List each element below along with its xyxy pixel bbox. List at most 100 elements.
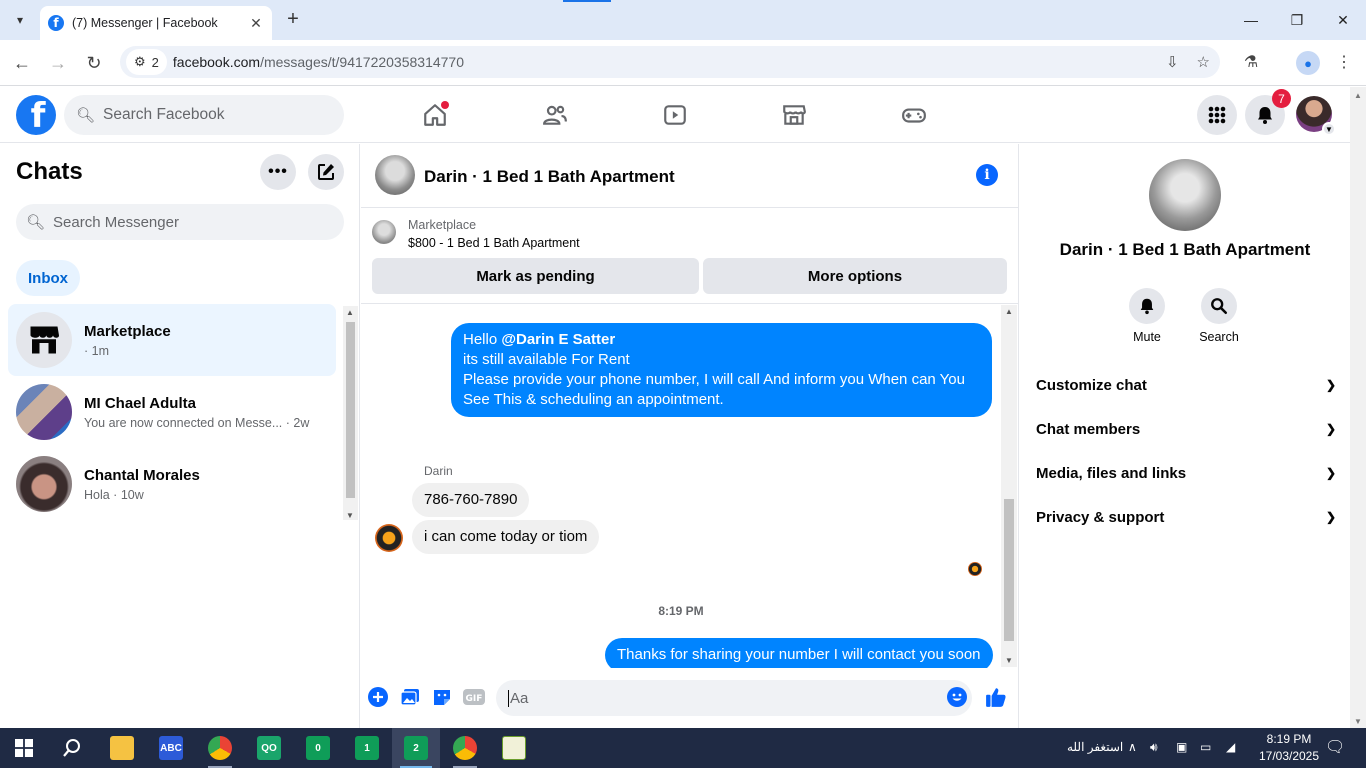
sender-avatar[interactable] <box>375 524 403 552</box>
like-button[interactable] <box>985 686 1007 708</box>
outgoing-message[interactable]: Thanks for sharing your number I will co… <box>605 638 993 668</box>
bookmark-star-icon[interactable]: ☆ <box>1197 53 1210 71</box>
media-files-links-section[interactable]: Media, files and links ❯ <box>1036 451 1336 495</box>
nav-gaming-button[interactable] <box>894 97 934 133</box>
nav-home-button[interactable] <box>415 97 455 133</box>
taskbar-app-0[interactable]: 0 <box>294 728 342 768</box>
reload-icon[interactable]: ↻ <box>82 51 106 75</box>
nav-marketplace-button[interactable] <box>774 97 814 133</box>
incoming-message[interactable]: 786-760-7890 <box>412 483 530 517</box>
back-icon[interactable]: ← <box>10 51 34 75</box>
mention-link[interactable]: @Darin E Satter <box>501 331 615 348</box>
tab-search-dropdown[interactable]: ▾ <box>8 8 32 32</box>
inbox-tab[interactable]: Inbox <box>16 260 80 296</box>
chat-members-section[interactable]: Chat members ❯ <box>1036 407 1336 451</box>
add-attachment-button[interactable] <box>367 686 389 708</box>
taskbar-app-abc[interactable]: ABC <box>147 728 195 768</box>
scrollbar-thumb[interactable] <box>346 322 355 498</box>
notification-center-icon[interactable]: 🗨︎ <box>1325 737 1345 757</box>
listing-title[interactable]: $800 - 1 Bed 1 Bath Apartment <box>408 236 580 250</box>
messenger-search-input[interactable]: 🔍︎ Search Messenger <box>16 204 344 240</box>
account-avatar[interactable]: ▼ <box>1296 96 1336 136</box>
conversation-title[interactable]: Darin · 1 Bed 1 Bath Apartment <box>424 167 675 187</box>
incoming-message[interactable]: i can come today or tiom <box>412 520 600 554</box>
nav-video-button[interactable] <box>655 97 695 133</box>
contact-avatar <box>16 384 72 440</box>
mute-button[interactable]: Mute <box>1117 288 1177 344</box>
chat-options-button[interactable]: ••• <box>260 154 296 190</box>
taskbar-app-1[interactable]: 1 <box>343 728 391 768</box>
gif-button[interactable]: GIF <box>463 686 485 708</box>
install-app-icon[interactable]: ⇩ <box>1166 53 1179 71</box>
search-in-conversation-button[interactable]: Search <box>1189 288 1249 344</box>
new-message-button[interactable] <box>308 154 344 190</box>
sticker-button[interactable] <box>431 686 453 708</box>
conversation-header: Darin · 1 Bed 1 Bath Apartment i <box>361 144 1019 208</box>
mark-as-pending-button[interactable]: Mark as pending <box>372 258 699 294</box>
scroll-up-arrow-icon[interactable]: ▲ <box>346 308 354 317</box>
browser-profile-icon[interactable]: ● <box>1296 51 1320 75</box>
restore-button[interactable]: ❐ <box>1274 0 1320 40</box>
chat-item-michael[interactable]: MI Chael Adulta You are now connected on… <box>8 376 336 448</box>
address-bar[interactable]: ⚙ 2 facebook.com/messages/t/941722035831… <box>120 46 1220 78</box>
taskbar-app-chrome-1[interactable] <box>196 728 244 768</box>
forward-icon[interactable]: → <box>46 51 70 75</box>
attach-photo-button[interactable] <box>399 686 421 708</box>
chat-item-chantal[interactable]: Chantal Morales Hola · 10w <box>8 448 336 520</box>
bell-icon <box>1258 107 1272 124</box>
info-icon[interactable]: i <box>976 164 998 186</box>
customize-chat-section[interactable]: Customize chat ❯ <box>1036 363 1336 407</box>
facebook-top-bar: f 🔍︎ Search Facebook 7 ▼ <box>0 87 1350 143</box>
message-scrollbar[interactable]: ▲ ▼ <box>1001 305 1017 667</box>
conversation-avatar-large[interactable] <box>1149 159 1221 231</box>
scroll-down-arrow-icon[interactable]: ▼ <box>346 511 354 520</box>
camera-icon[interactable]: ▣ <box>1176 740 1187 754</box>
scroll-down-arrow-icon[interactable]: ▼ <box>1354 717 1362 726</box>
wifi-icon[interactable]: ◢ <box>1226 740 1235 754</box>
facebook-search-input[interactable]: 🔍︎ Search Facebook <box>64 95 344 135</box>
facebook-logo-icon[interactable]: f <box>16 95 56 135</box>
taskbar-app-2[interactable]: 2 <box>392 728 440 768</box>
scroll-up-arrow-icon[interactable]: ▲ <box>1005 307 1013 316</box>
privacy-support-section[interactable]: Privacy & support ❯ <box>1036 495 1336 539</box>
new-tab-button[interactable]: + <box>282 8 304 30</box>
conversation-panel: Darin · 1 Bed 1 Bath Apartment i Marketp… <box>361 144 1019 728</box>
minimize-button[interactable]: — <box>1228 0 1274 40</box>
scroll-down-arrow-icon[interactable]: ▼ <box>1005 656 1013 665</box>
scrollbar-thumb[interactable] <box>1004 499 1014 641</box>
tray-widget-text[interactable]: استغفر الله <box>1067 740 1123 754</box>
browser-menu-icon[interactable]: ⋮ <box>1333 52 1355 74</box>
taskbar-clock[interactable]: 8:19 PM 17/03/2025 <box>1254 731 1324 765</box>
url-text[interactable]: facebook.com/messages/t/9417220358314770 <box>173 54 464 70</box>
tab-close-icon[interactable]: ✕ <box>248 15 264 32</box>
notifications-button[interactable]: 7 <box>1245 89 1291 135</box>
chat-list: Marketplace · 1m MI Chael Adulta You are… <box>8 304 336 520</box>
outgoing-message[interactable]: Hello @Darin E Satter its still availabl… <box>451 323 992 417</box>
close-window-button[interactable]: ✕ <box>1320 0 1366 40</box>
page-scrollbar[interactable]: ▲ ▼ <box>1350 87 1366 728</box>
volume-icon[interactable]: 🔊︎ <box>1150 740 1158 755</box>
conversation-avatar[interactable] <box>375 155 415 195</box>
taskbar-app-chart[interactable] <box>490 728 538 768</box>
sender-name: Darin <box>424 464 453 478</box>
nav-friends-button[interactable] <box>535 97 575 133</box>
battery-icon[interactable]: ▭ <box>1200 740 1211 754</box>
taskbar-app-qo[interactable]: QO <box>245 728 293 768</box>
listing-thumbnail[interactable] <box>372 220 396 244</box>
taskbar-search-button[interactable] <box>48 728 96 768</box>
taskbar-app-chrome-2[interactable] <box>441 728 489 768</box>
message-input[interactable]: Aa <box>496 680 972 716</box>
browser-tab[interactable]: f (7) Messenger | Facebook ✕ <box>40 6 272 40</box>
start-button[interactable] <box>0 728 48 768</box>
chat-item-marketplace[interactable]: Marketplace · 1m <box>8 304 336 376</box>
chat-list-scrollbar[interactable]: ▲ ▼ <box>343 306 358 520</box>
tray-overflow-chevron-icon[interactable]: ∧ <box>1128 740 1137 754</box>
scroll-up-arrow-icon[interactable]: ▲ <box>1354 91 1362 100</box>
site-info-button[interactable]: ⚙ 2 <box>126 49 167 75</box>
more-options-button[interactable]: More options <box>703 258 1007 294</box>
labs-flask-icon[interactable]: ⚗ <box>1240 52 1262 74</box>
emoji-button[interactable] <box>946 686 968 708</box>
menu-grid-button[interactable] <box>1197 95 1237 135</box>
chats-sidebar: Chats ••• 🔍︎ Search Messenger Inbox Mark… <box>0 144 360 728</box>
taskbar-app-file-explorer[interactable] <box>98 728 146 768</box>
